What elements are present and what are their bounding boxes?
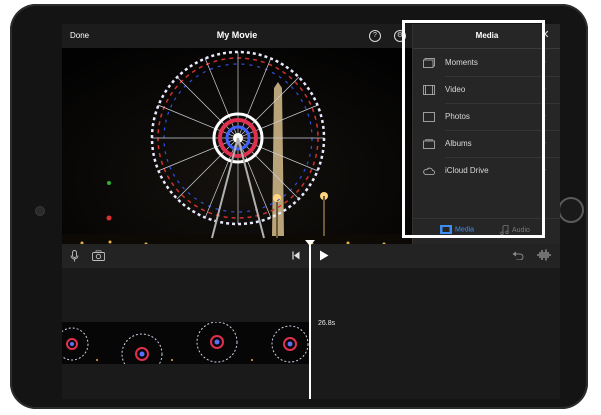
microphone-icon[interactable] <box>70 250 79 262</box>
video-icon <box>423 85 435 95</box>
home-button[interactable] <box>558 197 584 223</box>
undo-icon[interactable] <box>512 250 524 260</box>
media-item-video[interactable]: Video › <box>413 77 560 104</box>
media-browser-panel: Media ✕ Moments › Video › Photos › Album… <box>412 24 560 245</box>
tab-audio-label: Audio <box>512 226 530 234</box>
chevron-right-icon: › <box>543 56 546 66</box>
imovie-screen: Done My Movie ? ⚙ Media ✕ Moments › Vide… <box>62 24 560 399</box>
media-item-icloud-drive[interactable]: iCloud Drive › <box>413 158 560 185</box>
media-item-label: iCloud Drive <box>445 166 489 175</box>
camera-icon[interactable] <box>92 250 105 261</box>
tab-audio[interactable]: Audio <box>500 225 530 239</box>
project-title: My Movie <box>216 30 258 40</box>
project-settings-icon[interactable]: ⚙ <box>394 30 406 42</box>
playhead-marker <box>305 240 315 246</box>
tab-media-label: Media <box>455 226 475 234</box>
play-icon[interactable] <box>319 250 329 261</box>
front-camera <box>35 206 45 216</box>
chevron-right-icon: › <box>543 164 546 174</box>
playhead[interactable] <box>309 244 311 399</box>
media-item-albums[interactable]: Albums › <box>413 131 560 158</box>
media-tab-icon <box>440 225 452 234</box>
icloud-icon <box>423 167 435 175</box>
skip-to-start-icon[interactable] <box>292 251 300 260</box>
tab-media[interactable]: Media <box>440 225 474 239</box>
clip-thumbnails <box>62 322 310 364</box>
ipad-frame: Done My Movie ? ⚙ Media ✕ Moments › Vide… <box>10 4 588 409</box>
video-preview <box>62 48 412 264</box>
moments-icon <box>423 58 435 68</box>
media-item-label: Photos <box>445 112 470 121</box>
media-item-label: Moments <box>445 58 478 67</box>
help-icon[interactable]: ? <box>369 30 381 42</box>
chevron-right-icon: › <box>543 137 546 147</box>
timeline-area[interactable] <box>62 268 560 399</box>
music-note-icon <box>500 225 509 235</box>
video-clip[interactable] <box>62 322 310 364</box>
chevron-right-icon: › <box>543 83 546 93</box>
media-tab-bar: Media Audio <box>413 218 560 245</box>
clip-duration: 26.8s <box>316 319 338 328</box>
albums-icon <box>423 139 435 149</box>
photos-icon <box>423 112 435 122</box>
ferris-wheel-image <box>62 48 412 264</box>
media-panel-title: Media <box>475 31 499 40</box>
media-item-label: Albums <box>445 139 472 148</box>
audio-waveform-icon[interactable] <box>537 249 551 261</box>
chevron-right-icon: › <box>543 110 546 120</box>
media-header: Media ✕ <box>413 24 560 49</box>
media-item-moments[interactable]: Moments › <box>413 50 560 77</box>
media-item-label: Video <box>445 85 466 94</box>
timeline-toolbar <box>62 244 560 268</box>
close-icon[interactable]: ✕ <box>539 29 551 41</box>
media-item-photos[interactable]: Photos › <box>413 104 560 131</box>
